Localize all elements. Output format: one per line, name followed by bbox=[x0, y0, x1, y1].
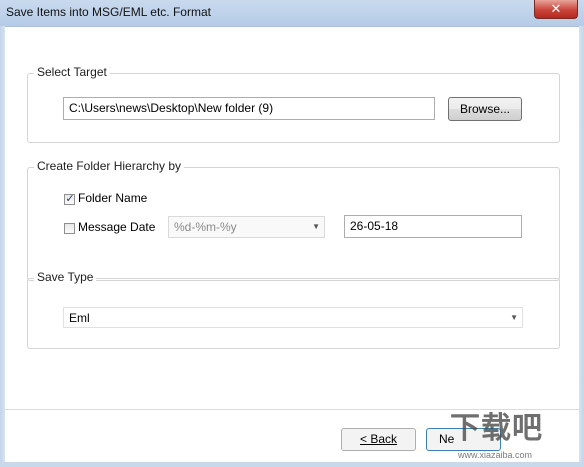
title-bar: Save Items into MSG/EML etc. Format ✕ bbox=[0, 0, 584, 27]
date-preview-field[interactable]: 26-05-18 bbox=[344, 215, 522, 238]
save-type-group: Save Type Eml ▼ bbox=[27, 270, 560, 349]
dialog-client-area: Select Target C:\Users\news\Desktop\New … bbox=[5, 27, 579, 462]
message-date-label[interactable]: Message Date bbox=[78, 220, 155, 234]
save-type-legend: Save Type bbox=[34, 270, 97, 284]
check-icon: ✓ bbox=[65, 193, 75, 205]
chevron-down-icon: ▼ bbox=[510, 313, 518, 322]
message-date-checkbox[interactable] bbox=[64, 223, 75, 234]
chevron-down-icon: ▼ bbox=[312, 222, 320, 231]
close-button[interactable]: ✕ bbox=[534, 0, 578, 19]
target-path-input[interactable]: C:\Users\news\Desktop\New folder (9) bbox=[63, 97, 435, 120]
footer-divider bbox=[5, 409, 579, 410]
window-title: Save Items into MSG/EML etc. Format bbox=[6, 5, 211, 19]
date-format-value: %d-%m-%y bbox=[174, 220, 237, 234]
date-format-dropdown[interactable]: %d-%m-%y ▼ bbox=[168, 216, 325, 238]
select-target-group: Select Target C:\Users\news\Desktop\New … bbox=[27, 65, 560, 143]
back-button[interactable]: < Back bbox=[341, 428, 416, 451]
browse-button[interactable]: Browse... bbox=[448, 97, 522, 121]
window-frame-bottom bbox=[0, 462, 584, 467]
select-target-legend: Select Target bbox=[34, 65, 110, 79]
folder-hierarchy-legend: Create Folder Hierarchy by bbox=[34, 159, 185, 173]
window-frame-right bbox=[579, 26, 584, 467]
folder-hierarchy-group: Create Folder Hierarchy by ✓ Folder Name… bbox=[27, 159, 560, 281]
folder-name-label[interactable]: Folder Name bbox=[78, 191, 147, 205]
folder-name-checkbox[interactable]: ✓ bbox=[64, 193, 75, 205]
save-type-dropdown[interactable]: Eml ▼ bbox=[63, 307, 523, 328]
close-icon: ✕ bbox=[550, 1, 562, 16]
next-button[interactable]: Ne bbox=[426, 428, 501, 451]
save-type-value: Eml bbox=[69, 311, 90, 325]
